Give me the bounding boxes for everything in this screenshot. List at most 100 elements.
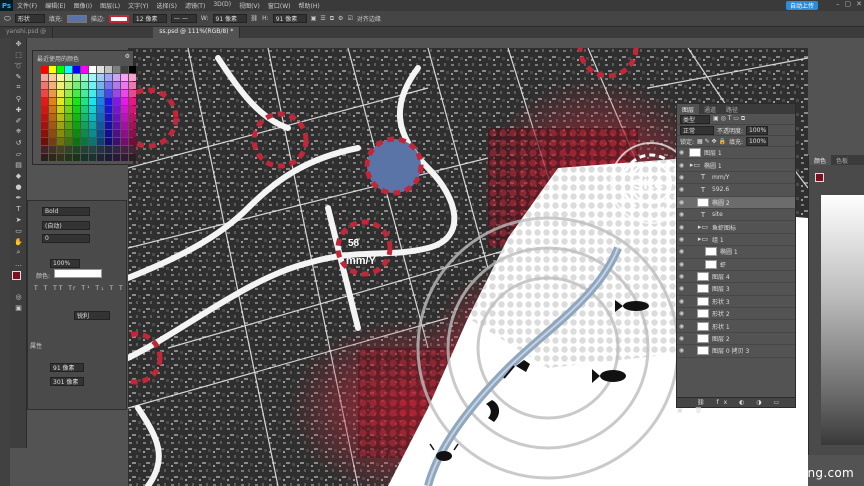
swatch-cell[interactable] — [65, 74, 72, 81]
swatch-cell[interactable] — [121, 138, 128, 145]
fill-swatch[interactable] — [66, 14, 87, 23]
cloud-upload-button[interactable]: 自动上传 — [785, 1, 818, 10]
blend-mode-select[interactable]: 正常 — [680, 125, 714, 135]
layer-row[interactable]: ◉ 椭圆 2 — [677, 196, 795, 209]
swatch-cell[interactable] — [49, 122, 56, 129]
path-arrange-icon[interactable]: ⧉ — [330, 15, 334, 23]
swatch-cell[interactable] — [121, 66, 128, 73]
healing-brush-icon[interactable]: ✚ — [10, 104, 27, 115]
font-weight-select[interactable]: Bold — [42, 207, 90, 216]
swatch-cell[interactable] — [129, 74, 136, 81]
antialias-select[interactable]: (自动) — [42, 221, 90, 230]
visibility-eye-icon[interactable]: ◉ — [677, 224, 686, 231]
swatch-cell[interactable] — [81, 154, 88, 161]
stroke-type-select[interactable]: — — — [170, 14, 197, 23]
visibility-eye-icon[interactable]: ◉ — [677, 149, 686, 156]
swatch-cell[interactable] — [65, 98, 72, 105]
swatch-cell[interactable] — [65, 106, 72, 113]
swatch-cell[interactable] — [57, 146, 64, 153]
tab-yanshi[interactable]: yanshi.psd @ — [0, 27, 54, 38]
gear-icon[interactable]: ⚙ — [338, 15, 343, 22]
swatch-cell[interactable] — [49, 90, 56, 97]
swatch-cell[interactable] — [113, 146, 120, 153]
gear-icon[interactable]: ⚙ — [125, 53, 130, 60]
swatch-cell[interactable] — [57, 154, 64, 161]
swatch-cell[interactable] — [57, 98, 64, 105]
swatch-cell[interactable] — [105, 154, 112, 161]
swatch-cell[interactable] — [41, 146, 48, 153]
visibility-eye-icon[interactable]: ◉ — [677, 236, 686, 243]
close-icon[interactable]: ✕ — [856, 0, 862, 8]
swatch-cell[interactable] — [105, 66, 112, 73]
swatch-cell[interactable] — [129, 154, 136, 161]
swatch-cell[interactable] — [49, 74, 56, 81]
layer-row[interactable]: ◉ 形状 2 — [677, 308, 795, 321]
swatch-cell[interactable] — [113, 130, 120, 137]
swatch-cell[interactable] — [89, 90, 96, 97]
zoom-tool-icon[interactable]: ⌕ — [10, 247, 27, 258]
swatch-cell[interactable] — [89, 122, 96, 129]
swatch-cell[interactable] — [41, 114, 48, 121]
swatch-cell[interactable] — [113, 66, 120, 73]
color-chips[interactable] — [10, 269, 26, 291]
layer-row[interactable]: ◉ Tsite — [677, 209, 795, 222]
layer-row[interactable]: ◉ 图层 2 — [677, 333, 795, 346]
swatch-cell[interactable] — [97, 114, 104, 121]
stroke-size-field[interactable]: 12 像素 — [132, 14, 167, 23]
visibility-eye-icon[interactable]: ◉ — [677, 261, 686, 268]
menu-item-0[interactable]: 文件(F) — [13, 1, 41, 10]
layer-row[interactable]: ◉ Tmm/Y — [677, 172, 795, 185]
swatch-cell[interactable] — [65, 146, 72, 153]
visibility-eye-icon[interactable]: ◉ — [677, 285, 686, 292]
visibility-eye-icon[interactable]: ◉ — [677, 323, 686, 330]
swatch-cell[interactable] — [129, 138, 136, 145]
swatch-cell[interactable] — [129, 106, 136, 113]
minimize-icon[interactable]: – — [836, 0, 840, 8]
quick-select-icon[interactable]: ✎ — [10, 71, 27, 82]
swatch-cell[interactable] — [97, 122, 104, 129]
tab-paths[interactable]: 路径 — [721, 104, 743, 114]
tool-preset-icon[interactable]: ⬭ — [4, 14, 11, 24]
visibility-eye-icon[interactable]: ◉ — [677, 273, 686, 280]
dodge-tool-icon[interactable]: ● — [10, 181, 27, 192]
swatch-cell[interactable] — [65, 66, 72, 73]
swatch-cell[interactable] — [73, 114, 80, 121]
swatch-cell[interactable] — [41, 106, 48, 113]
swatch-cell[interactable] — [81, 74, 88, 81]
swatch-cell[interactable] — [97, 82, 104, 89]
swatch-cell[interactable] — [49, 82, 56, 89]
color-spectrum[interactable] — [821, 195, 864, 445]
swatch-cell[interactable] — [49, 138, 56, 145]
opacity-field[interactable]: 100% — [746, 125, 769, 135]
swatch-cell[interactable] — [73, 90, 80, 97]
mode-select[interactable]: 形状 — [14, 14, 45, 23]
history-brush-icon[interactable]: ↺ — [10, 137, 27, 148]
swatch-cell[interactable] — [65, 154, 72, 161]
swatch-cell[interactable] — [41, 130, 48, 137]
menu-item-1[interactable]: 编辑(E) — [41, 1, 69, 10]
swatch-cell[interactable] — [121, 82, 128, 89]
swatch-cell[interactable] — [105, 74, 112, 81]
swatch-cell[interactable] — [105, 130, 112, 137]
swatch-cell[interactable] — [65, 130, 72, 137]
swatch-cell[interactable] — [57, 130, 64, 137]
swatch-cell[interactable] — [65, 122, 72, 129]
swatch-cell[interactable] — [129, 122, 136, 129]
filter-icons[interactable]: ▣ ◎ T ▭ ⧉ — [713, 115, 745, 123]
eyedropper-icon[interactable]: ⚲ — [10, 93, 27, 104]
tracking-field[interactable]: 0 — [42, 234, 90, 243]
swatch-cell[interactable] — [81, 130, 88, 137]
swatch-cell[interactable] — [113, 74, 120, 81]
path-align-icon[interactable]: ☰ — [320, 15, 325, 22]
tab-swatches[interactable]: 色板 — [831, 155, 853, 165]
path-ops-icon[interactable]: ▣ — [311, 15, 317, 22]
swatch-cell[interactable] — [129, 82, 136, 89]
fill-field[interactable]: 100% — [745, 136, 768, 146]
swatch-cell[interactable] — [97, 154, 104, 161]
swatch-cell[interactable] — [49, 66, 56, 73]
swatch-cell[interactable] — [105, 138, 112, 145]
swatch-cell[interactable] — [129, 114, 136, 121]
swatch-cell[interactable] — [105, 122, 112, 129]
swatch-cell[interactable] — [73, 98, 80, 105]
tab-layers[interactable]: 图层 — [677, 104, 700, 114]
